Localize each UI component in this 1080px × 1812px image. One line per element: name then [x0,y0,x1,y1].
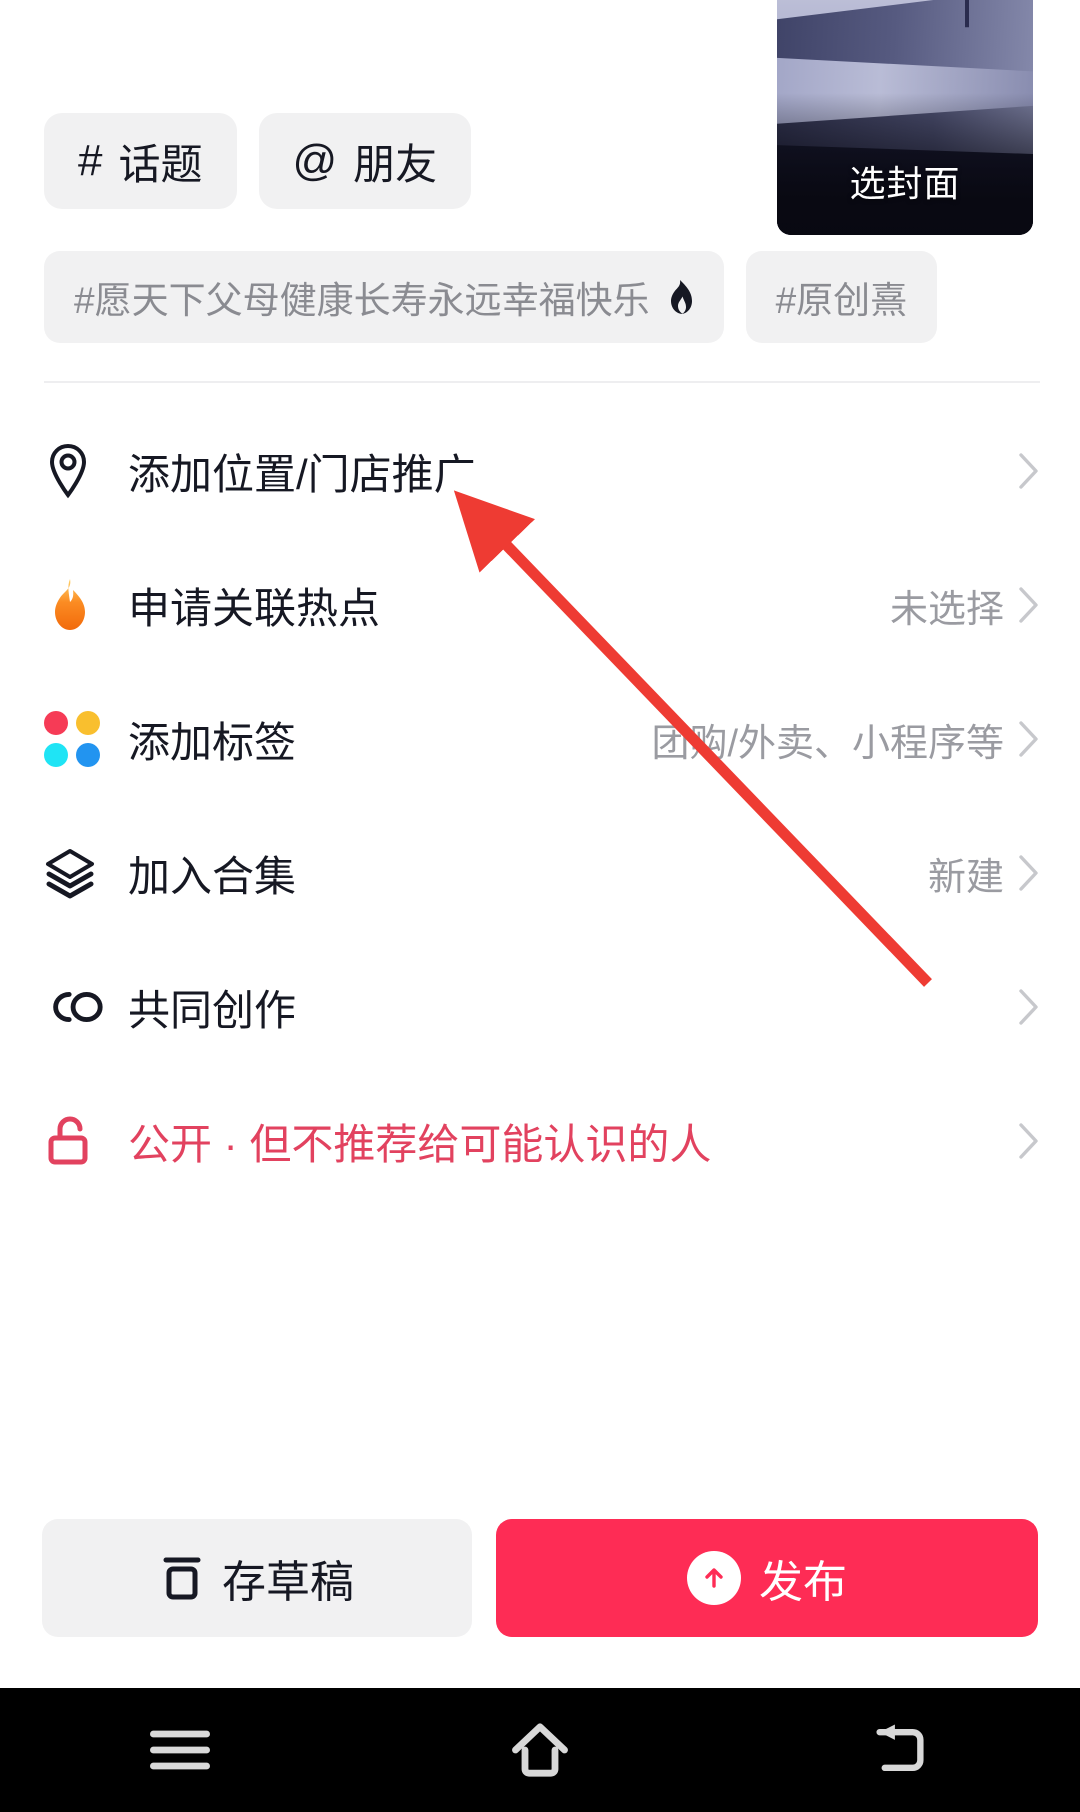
row-label: 共同创作 [128,986,297,1034]
row-privacy[interactable]: 公开 · 但不推荐给可能认识的人 [0,1074,1080,1208]
upload-arrow-icon [687,1551,741,1605]
tag-suggestion-text: #原创熹 [775,280,908,321]
mention-chip-row: # 话题 @ 朋友 [44,113,472,209]
row-label: 添加位置/门店推广 [128,450,476,498]
dot-cyan [44,743,68,767]
row-add-tag[interactable]: 添加标签 团购/外卖、小程序等 [0,672,1080,806]
draft-box-icon [163,1557,201,1600]
horse-rider-silhouette [831,0,877,2]
back-icon[interactable] [825,1700,975,1800]
home-icon[interactable] [465,1700,615,1800]
chevron-right-icon [1019,453,1038,489]
unlock-icon [44,1110,106,1172]
tag-suggestion-item[interactable]: #原创熹 [745,251,938,343]
dot-red [44,711,68,735]
chevron-right-icon [1019,587,1038,623]
dot-blue [76,743,100,767]
chevron-right-icon [1019,855,1038,891]
publish-label: 发布 [759,1558,847,1607]
menu-icon[interactable] [105,1700,255,1800]
layers-icon [44,842,106,904]
tag-suggestion-item[interactable]: #愿天下父母健康长寿永远幸福快乐 [44,251,724,343]
row-label: 申请关联热点 [128,584,381,632]
flame-icon [44,574,106,636]
friend-chip-label: 朋友 [353,140,438,188]
publish-screen: 选封面 # 话题 @ 朋友 #愿天下父母健康长寿永远幸福快乐 #原创熹 添加位置… [0,0,1080,1812]
hash-icon: # [78,136,103,185]
save-draft-button[interactable]: 存草稿 [42,1519,472,1637]
action-bar: 存草稿 发布 [0,1503,1080,1653]
publish-button[interactable]: 发布 [496,1519,1038,1637]
row-join-collection[interactable]: 加入合集 新建 [0,806,1080,940]
tag-suggestion-text: #愿天下父母健康长寿永远幸福快乐 [74,280,650,321]
row-add-location[interactable]: 添加位置/门店推广 [0,404,1080,538]
row-label: 公开 · 但不推荐给可能认识的人 [128,1120,712,1168]
topic-chip[interactable]: # 话题 [44,113,237,209]
co-create-icon [44,976,106,1038]
section-divider [44,381,1040,383]
at-icon: @ [292,136,338,185]
row-label: 加入合集 [128,852,297,900]
cover-label: 选封面 [849,163,961,204]
row-value: 新建 [927,856,1004,899]
row-value: 未选择 [889,588,1004,631]
tag-suggestion-strip[interactable]: #愿天下父母健康长寿永远幸福快乐 #原创熹 [44,251,1080,343]
flame-icon [670,280,692,314]
topic-chip-label: 话题 [118,140,203,188]
row-value: 团购/外卖、小程序等 [651,722,1004,765]
row-co-create[interactable]: 共同创作 [0,940,1080,1074]
cover-thumbnail[interactable]: 选封面 [777,0,1033,235]
android-navigation-bar [0,1688,1080,1812]
dot-yellow [76,711,100,735]
chevron-right-icon [1019,721,1038,757]
location-pin-icon [44,440,106,502]
row-apply-hotspot[interactable]: 申请关联热点 未选择 [0,538,1080,672]
friend-chip[interactable]: @ 朋友 [258,113,472,209]
tree-silhouette [964,0,969,28]
chevron-right-icon [1019,1123,1038,1159]
chevron-right-icon [1019,989,1038,1025]
four-dots-icon [44,708,106,770]
save-draft-label: 存草稿 [222,1558,354,1607]
row-label: 添加标签 [128,718,297,766]
options-list: 添加位置/门店推广 申请关联热点 未选择 添加标签 团购/外卖、小程序等 加入合… [0,404,1080,1208]
